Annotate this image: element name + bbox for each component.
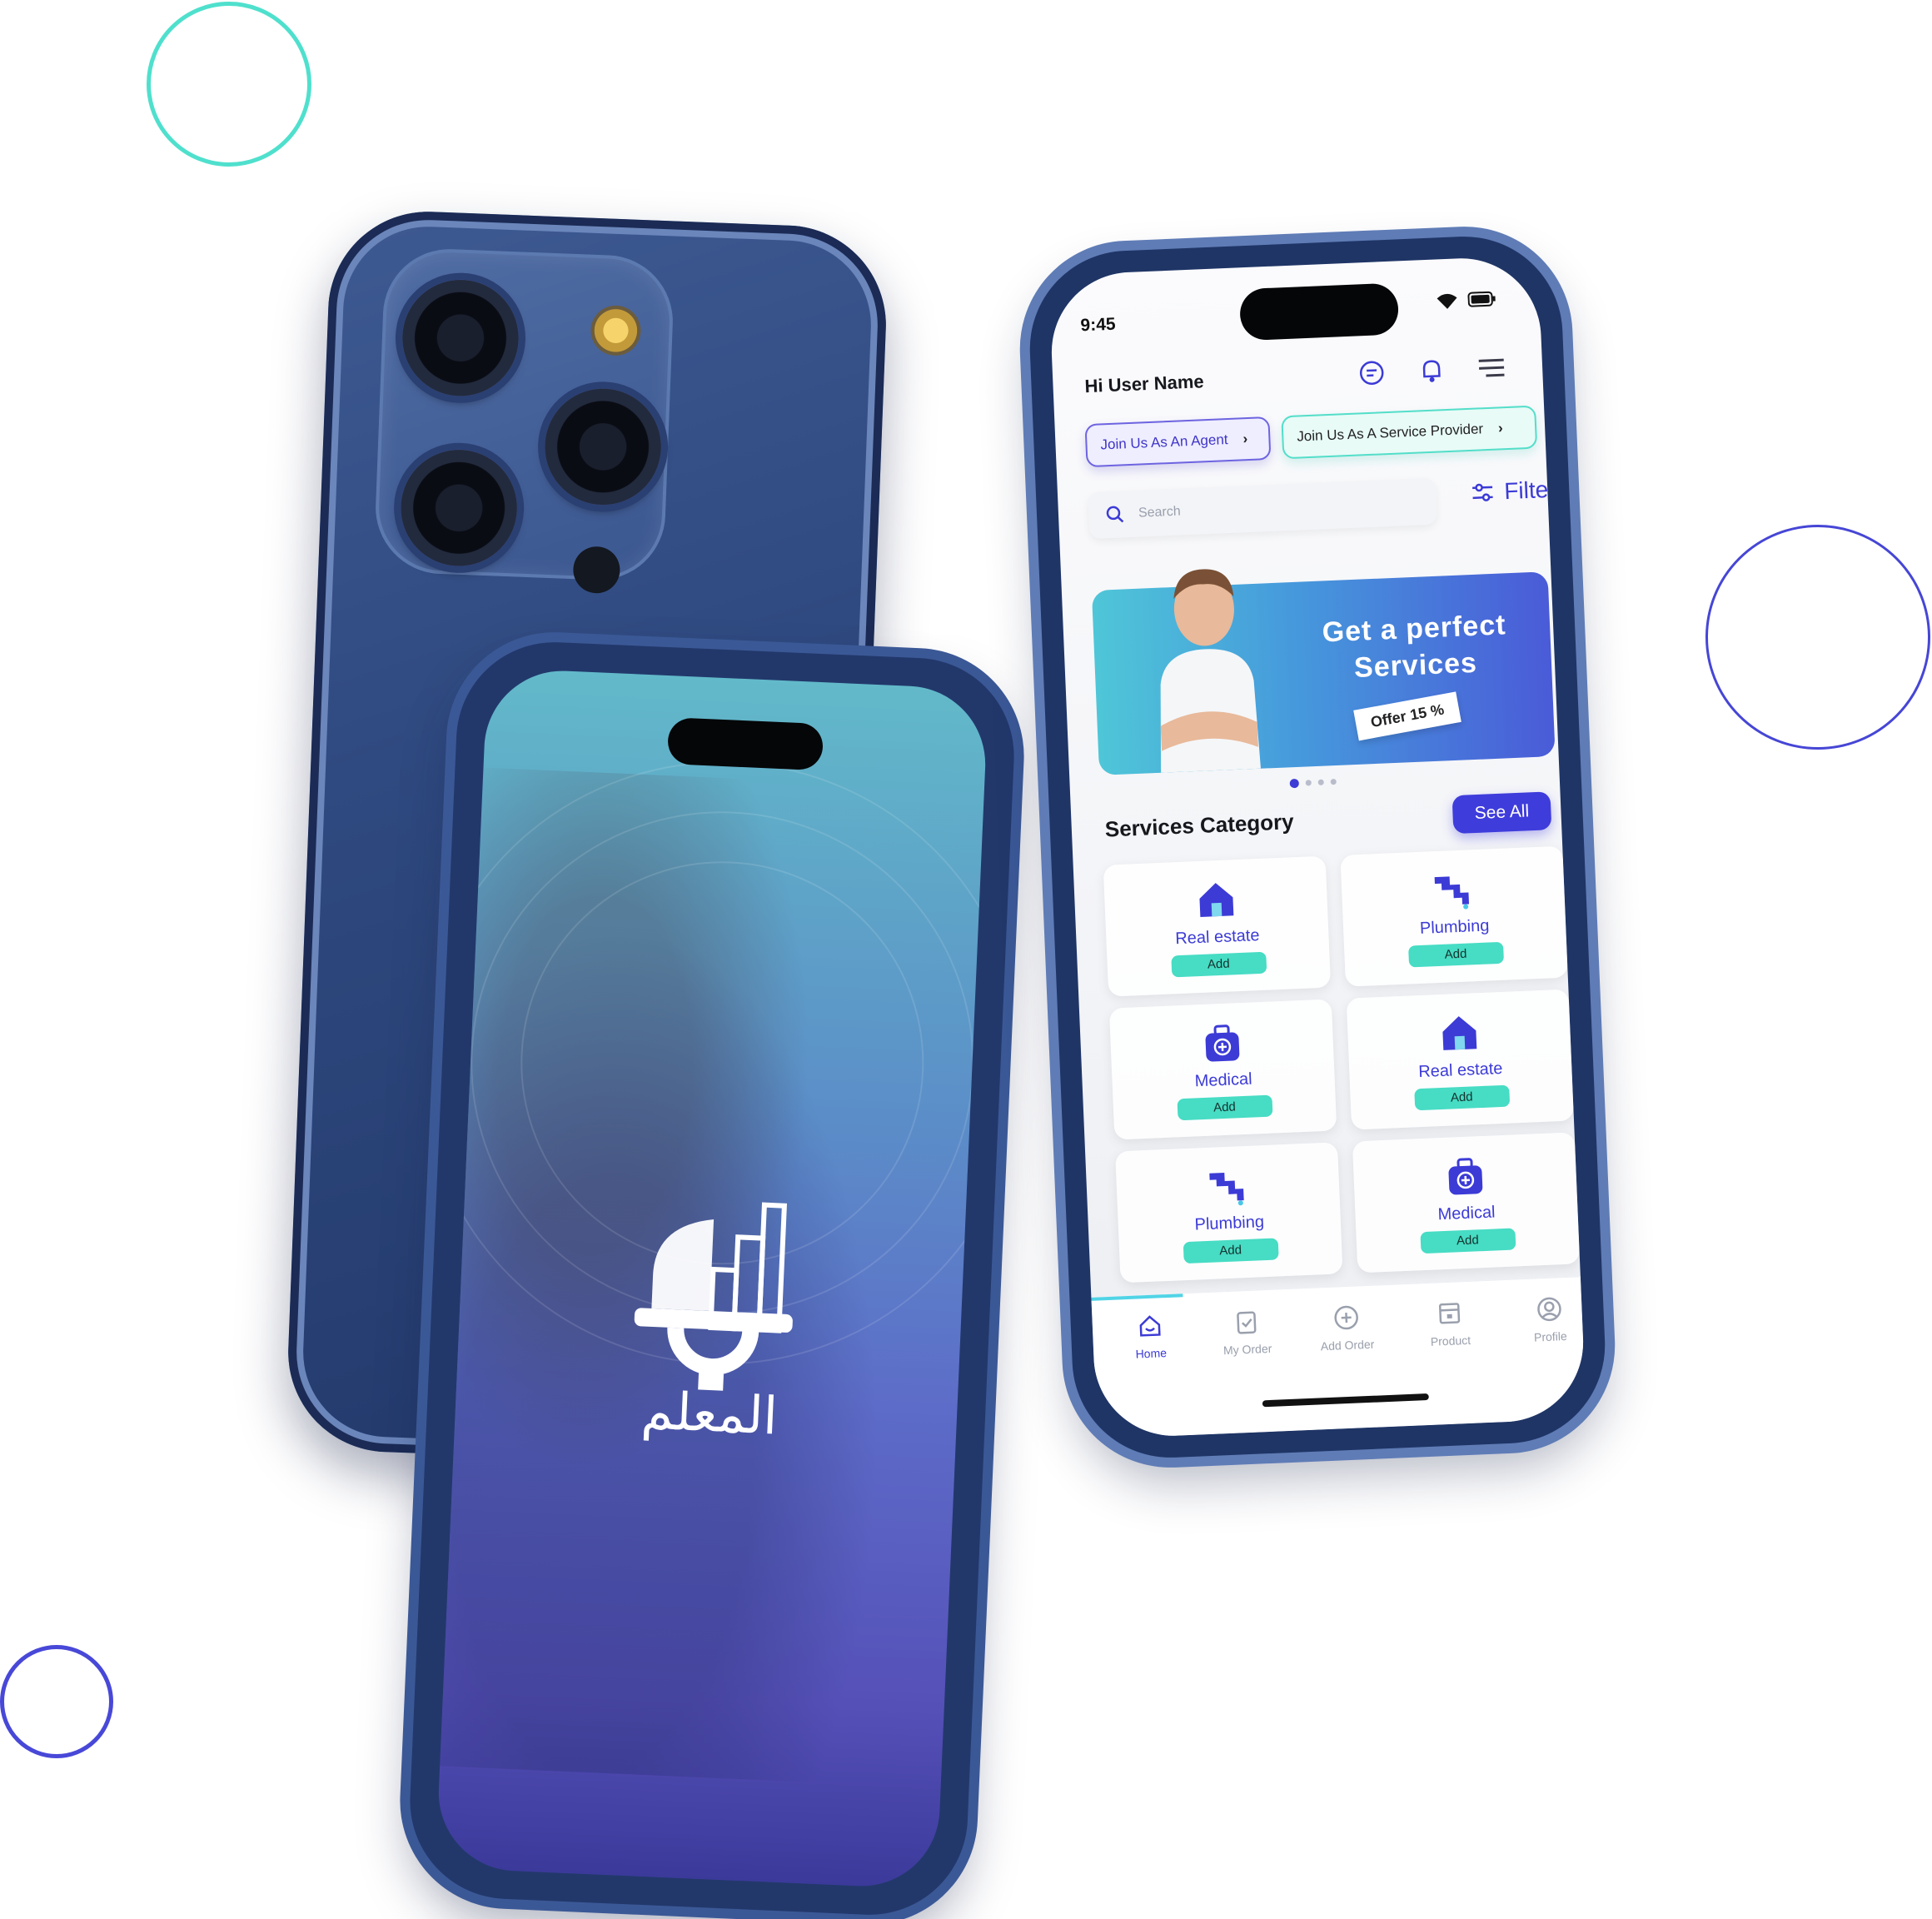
battery-icon	[1467, 290, 1496, 314]
camera-module	[373, 247, 675, 582]
service-label: Real estate	[1175, 926, 1260, 949]
filter-label: Filter	[1504, 476, 1557, 506]
flash-icon	[590, 305, 641, 356]
carousel-dot[interactable]	[1318, 780, 1324, 785]
house-icon	[1193, 877, 1238, 922]
splash-screen: المعلم	[436, 668, 988, 1890]
decor-ring-teal	[147, 2, 311, 167]
pipe-icon	[1431, 867, 1476, 912]
camera-lens-icon	[542, 386, 663, 507]
tab-profile[interactable]: Profile	[1503, 1293, 1586, 1346]
tab-label: Add Order	[1320, 1338, 1374, 1353]
bell-icon[interactable]	[1417, 356, 1446, 385]
join-provider-label: Join Us As A Service Provider	[1297, 421, 1484, 445]
join-provider-button[interactable]: Join Us As A Service Provider ›	[1281, 406, 1537, 460]
promo-banner[interactable]: Get a perfect Services Offer 15 %	[1092, 571, 1556, 775]
phone-app: 9:45 Hi User Name	[1026, 232, 1609, 1462]
tab-home[interactable]: Home	[1103, 1310, 1197, 1363]
services-section-title: Services Category	[1104, 809, 1294, 842]
service-card[interactable]: Real estateAdd	[1103, 856, 1331, 997]
dynamic-island	[667, 717, 824, 770]
services-grid: Real estateAddPlumbingAddMedicalAddReal …	[1103, 846, 1581, 1283]
carousel-dot[interactable]	[1306, 780, 1312, 785]
service-label: Medical	[1437, 1203, 1496, 1224]
add-service-button[interactable]: Add	[1183, 1238, 1278, 1264]
chevron-right-icon: ›	[1498, 420, 1504, 436]
add-service-button[interactable]: Add	[1420, 1228, 1516, 1254]
tab-my-order[interactable]: My Order	[1200, 1306, 1293, 1358]
decor-ring-blue-small	[0, 1645, 113, 1758]
decor-ring-blue-large	[1705, 525, 1930, 750]
plus-circle-icon	[1332, 1303, 1361, 1332]
chevron-right-icon: ›	[1242, 431, 1248, 447]
home-icon	[1135, 1311, 1164, 1340]
search-placeholder: Search	[1138, 505, 1181, 521]
join-agent-button[interactable]: Join Us As An Agent ›	[1084, 416, 1271, 467]
offer-tag: Offer 15 %	[1353, 691, 1461, 740]
user-circle-icon	[1535, 1294, 1564, 1323]
see-all-button[interactable]: See All	[1452, 791, 1552, 834]
greeting: Hi User Name	[1084, 371, 1204, 397]
service-card[interactable]: Medical Add	[1109, 999, 1337, 1139]
app-screen: 9:45 Hi User Name	[1048, 255, 1586, 1438]
menu-icon[interactable]	[1476, 353, 1506, 382]
service-card[interactable]: Plumbing Add	[1115, 1142, 1342, 1283]
status-time: 9:45	[1080, 315, 1116, 336]
carousel-dot[interactable]	[1331, 779, 1337, 785]
tab-product[interactable]: Product	[1403, 1298, 1496, 1350]
medical-kit-icon	[1199, 1019, 1244, 1064]
app-logo: المعلم	[613, 1182, 815, 1440]
service-card[interactable]: Real estate Add	[1347, 989, 1574, 1130]
house-icon	[1437, 1010, 1481, 1055]
logo-text: المعلم	[612, 1378, 806, 1448]
tab-label: Product	[1431, 1333, 1471, 1348]
service-label: Plumbing	[1194, 1213, 1264, 1234]
chat-icon[interactable]	[1357, 358, 1387, 387]
service-card[interactable]: Plumbing Add	[1340, 846, 1567, 987]
phone-splash: المعلم	[406, 638, 1018, 1919]
camera-lens-icon	[400, 277, 520, 398]
wifi-icon	[1436, 292, 1458, 316]
clipboard-icon	[1232, 1307, 1261, 1336]
tab-label: My Order	[1223, 1342, 1272, 1357]
sliders-icon	[1471, 481, 1495, 505]
header-actions	[1357, 353, 1506, 387]
add-service-button[interactable]: Add	[1177, 1094, 1272, 1120]
service-label: Plumbing	[1420, 916, 1490, 938]
camera-lens-icon	[398, 447, 519, 568]
search-input[interactable]: Search	[1088, 478, 1437, 539]
banner-title: Get a perfect Services	[1301, 606, 1528, 688]
search-icon	[1105, 504, 1126, 525]
join-agent-label: Join Us As An Agent	[1100, 431, 1228, 453]
tab-label: Home	[1135, 1346, 1167, 1361]
lidar-sensor-icon	[572, 546, 620, 594]
promo-person-image	[1135, 555, 1277, 773]
carousel-dots	[1290, 777, 1337, 788]
add-service-button[interactable]: Add	[1171, 951, 1267, 977]
tab-label: Profile	[1534, 1329, 1567, 1344]
add-service-button[interactable]: Add	[1408, 941, 1504, 967]
service-card[interactable]: Medical Add	[1352, 1132, 1580, 1273]
active-tab-indicator	[1091, 1293, 1183, 1301]
service-label: Medical	[1194, 1069, 1252, 1091]
medical-kit-icon	[1442, 1153, 1487, 1198]
add-service-button[interactable]: Add	[1414, 1084, 1510, 1110]
dynamic-island	[1239, 282, 1399, 341]
carousel-dot[interactable]	[1290, 779, 1299, 788]
pipe-icon	[1205, 1163, 1250, 1208]
bottom-tab-bar: Home My Order Add Order Product Profile	[1091, 1276, 1586, 1438]
status-icons	[1436, 290, 1496, 316]
box-icon	[1435, 1298, 1464, 1328]
tab-add-order[interactable]: Add Order	[1300, 1302, 1393, 1354]
service-label: Real estate	[1418, 1059, 1503, 1081]
filter-button[interactable]: Filter	[1471, 476, 1556, 506]
